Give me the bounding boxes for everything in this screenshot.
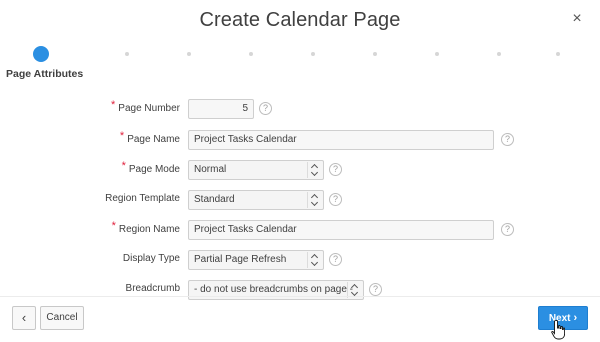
region-template-value: Standard xyxy=(194,194,235,205)
region-name-input[interactable]: Project Tasks Calendar xyxy=(188,220,494,240)
page-name-row: * Page Name Project Tasks Calendar ? xyxy=(0,130,600,150)
region-template-help-icon[interactable]: ? xyxy=(329,193,342,206)
page-mode-value: Normal xyxy=(194,164,227,175)
page-mode-select[interactable]: Normal xyxy=(188,160,324,180)
wizard-step-3 xyxy=(181,46,197,62)
wizard-step-8 xyxy=(491,46,507,62)
breadcrumb-label: Breadcrumb xyxy=(125,283,180,294)
display-type-label: Display Type xyxy=(122,253,180,264)
wizard-step-dot xyxy=(125,52,129,56)
select-arrows-icon xyxy=(307,192,321,208)
wizard-step-dot xyxy=(187,52,191,56)
required-indicator: * xyxy=(111,220,116,232)
wizard-step-dot xyxy=(33,46,49,62)
page-mode-label-text: Page Mode xyxy=(128,164,180,175)
region-template-row: Region Template Standard ? xyxy=(0,190,600,210)
page-name-help-icon[interactable]: ? xyxy=(501,133,514,146)
wizard-step-4 xyxy=(243,46,259,62)
cancel-button[interactable]: Cancel xyxy=(40,306,84,330)
wizard-step-1 xyxy=(33,46,49,62)
page-number-label: * Page Number xyxy=(111,99,180,114)
wizard-step-dot xyxy=(497,52,501,56)
page-number-input[interactable]: 5 xyxy=(188,99,254,119)
wizard-step-dot xyxy=(373,52,377,56)
page-mode-row: * Page Mode Normal ? xyxy=(0,160,600,180)
hand-cursor-icon xyxy=(551,320,565,340)
region-name-label: * Region Name xyxy=(111,220,180,235)
page-number-help-icon[interactable]: ? xyxy=(259,102,272,115)
region-template-label: Region Template xyxy=(105,193,180,204)
region-name-help-icon[interactable]: ? xyxy=(501,223,514,236)
dialog-title: Create Calendar Page xyxy=(199,9,401,31)
region-name-label-text: Region Name xyxy=(118,224,180,235)
page-number-row: * Page Number 5 ? xyxy=(0,99,600,119)
select-arrows-icon xyxy=(307,162,321,178)
page-mode-help-icon[interactable]: ? xyxy=(329,163,342,176)
required-indicator: * xyxy=(119,130,125,142)
required-indicator: * xyxy=(121,160,126,172)
display-type-help-icon[interactable]: ? xyxy=(329,253,342,266)
page-number-label-text: Page Number xyxy=(118,103,180,114)
wizard-step-dot xyxy=(249,52,253,56)
back-button[interactable]: ‹ xyxy=(12,306,36,330)
wizard-step-9 xyxy=(550,46,566,62)
wizard-step-2 xyxy=(119,46,135,62)
select-arrows-icon xyxy=(307,252,321,268)
chevron-right-icon: › xyxy=(573,312,578,324)
close-icon[interactable]: × xyxy=(568,10,586,28)
wizard-step-dot xyxy=(311,52,315,56)
footer-divider xyxy=(0,296,600,297)
region-name-row: * Region Name Project Tasks Calendar ? xyxy=(0,220,600,240)
breadcrumb-value: - do not use breadcrumbs on page - xyxy=(194,284,353,295)
page-name-input[interactable]: Project Tasks Calendar xyxy=(188,130,494,150)
page-name-label: * Page Name xyxy=(119,130,180,145)
region-template-select[interactable]: Standard xyxy=(188,190,324,210)
breadcrumb-row: Breadcrumb - do not use breadcrumbs on p… xyxy=(0,280,600,300)
breadcrumb-help-icon[interactable]: ? xyxy=(369,283,382,296)
wizard-step-7 xyxy=(429,46,445,62)
wizard-current-step-label: Page Attributes xyxy=(6,68,84,80)
wizard-step-dot xyxy=(435,52,439,56)
wizard-step-5 xyxy=(305,46,321,62)
wizard-step-dot xyxy=(556,52,560,56)
display-type-row: Display Type Partial Page Refresh ? xyxy=(0,250,600,270)
wizard-progress: Page Attributes xyxy=(0,40,600,80)
breadcrumb-select[interactable]: - do not use breadcrumbs on page - xyxy=(188,280,364,300)
required-indicator: * xyxy=(111,99,116,111)
page-name-label-text: Page Name xyxy=(127,134,180,145)
page-mode-label: * Page Mode xyxy=(121,160,180,175)
display-type-value: Partial Page Refresh xyxy=(194,254,287,265)
wizard-step-6 xyxy=(367,46,383,62)
display-type-select[interactable]: Partial Page Refresh xyxy=(188,250,324,270)
